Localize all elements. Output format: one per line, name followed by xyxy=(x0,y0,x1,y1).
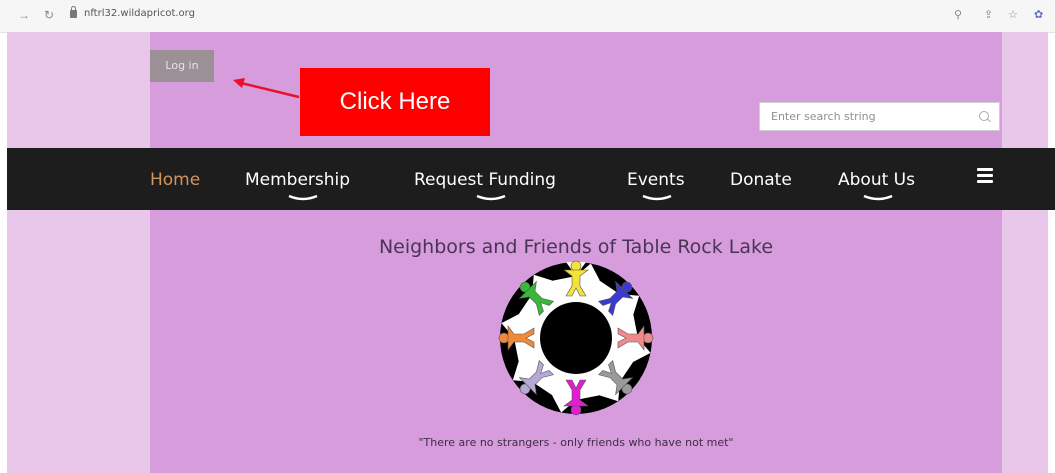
click-here-callout: Click Here xyxy=(300,68,490,136)
page-margin-left xyxy=(7,32,150,473)
submenu-indicator-icon xyxy=(863,194,893,201)
nav-item-events[interactable]: Events xyxy=(627,170,685,190)
search-icon[interactable] xyxy=(979,111,989,121)
submenu-indicator-icon xyxy=(288,194,318,201)
lock-icon xyxy=(70,6,77,18)
extension-icon[interactable]: ✿ xyxy=(1034,8,1043,21)
nav-item-about-us[interactable]: About Us xyxy=(838,170,915,190)
search-field[interactable] xyxy=(759,102,1000,131)
submenu-indicator-icon xyxy=(642,194,672,201)
zoom-icon[interactable]: ⚲ xyxy=(954,8,962,21)
login-button[interactable]: Log in xyxy=(150,50,214,82)
nav-item-membership[interactable]: Membership xyxy=(245,170,350,190)
reload-icon[interactable]: ↻ xyxy=(44,8,54,22)
site-tagline: "There are no strangers - only friends w… xyxy=(418,436,734,449)
address-bar[interactable]: nftrl32.wildapricot.org xyxy=(84,8,195,19)
back-arrow-icon[interactable]: → xyxy=(18,8,30,22)
share-icon[interactable]: ⇪ xyxy=(984,8,993,21)
submenu-indicator-icon xyxy=(476,194,506,201)
page-margin-right xyxy=(1002,32,1048,473)
nav-item-home[interactable]: Home xyxy=(150,170,200,190)
site-title: Neighbors and Friends of Table Rock Lake xyxy=(378,236,774,258)
nav-item-donate[interactable]: Donate xyxy=(730,170,792,190)
browser-toolbar: → ↻ nftrl32.wildapricot.org ⚲ ⇪ ☆ ✿ xyxy=(0,0,1055,33)
nav-item-request-funding[interactable]: Request Funding xyxy=(414,170,556,190)
star-icon[interactable]: ☆ xyxy=(1008,8,1018,21)
annotation-arrow xyxy=(233,78,300,99)
hamburger-icon[interactable] xyxy=(977,168,993,183)
organization-logo xyxy=(498,260,654,416)
search-input[interactable] xyxy=(760,103,971,130)
